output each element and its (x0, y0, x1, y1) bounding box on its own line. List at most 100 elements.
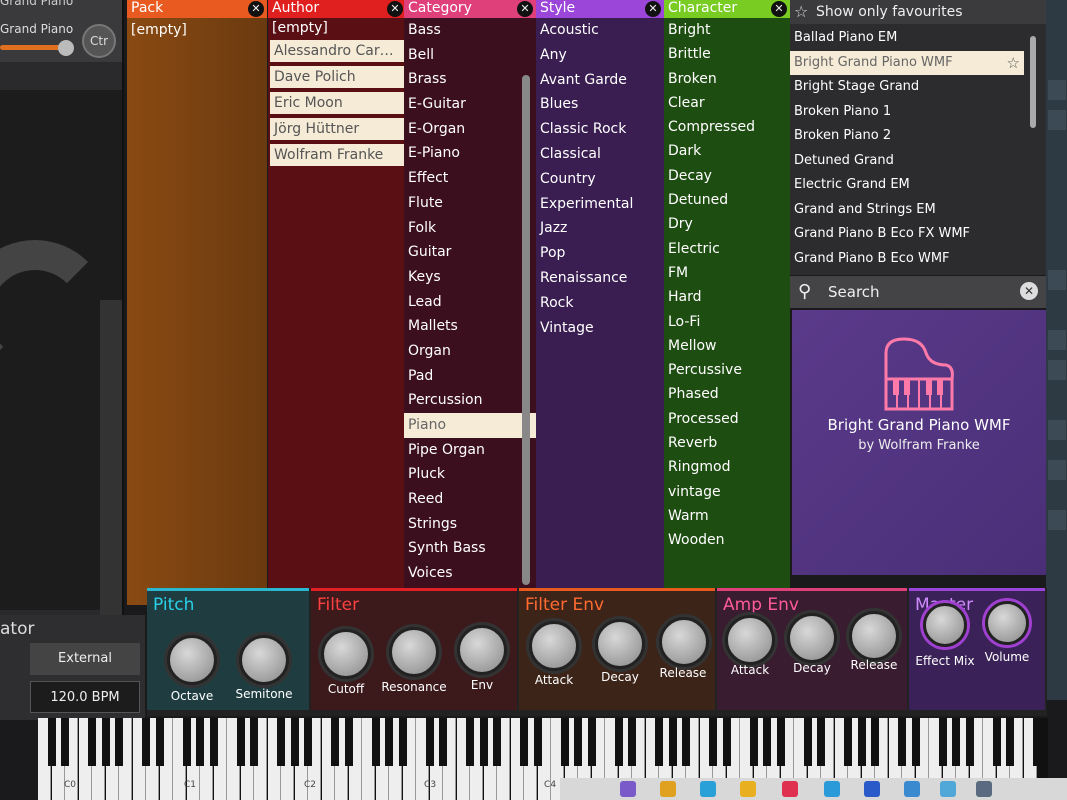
category-item-strings[interactable]: Strings (404, 512, 536, 537)
character-item-percussive[interactable]: Percussive (664, 358, 790, 382)
host-cell[interactable] (1048, 510, 1066, 530)
black-key[interactable] (776, 718, 785, 766)
host-cell[interactable] (1048, 360, 1066, 380)
character-item-broken[interactable]: Broken (664, 67, 790, 91)
character-item-compressed[interactable]: Compressed (664, 115, 790, 139)
pack-clear-icon[interactable]: ✕ (248, 1, 264, 17)
black-key[interactable] (331, 718, 339, 766)
black-key[interactable] (493, 718, 501, 766)
black-key[interactable] (385, 718, 393, 766)
preset-item-grand-piano-b-eco-fx-wmf[interactable]: Grand Piano B Eco FX WMF (790, 222, 1046, 247)
show-favourites-toggle[interactable]: ☆ Show only favourites (790, 0, 1046, 24)
sync-external-button[interactable]: External (30, 643, 140, 675)
instrument-preset-name[interactable]: Grand Piano (0, 22, 73, 36)
black-key[interactable] (587, 718, 596, 766)
black-key[interactable] (668, 718, 677, 766)
black-key[interactable] (817, 718, 825, 766)
preset-scrollbar[interactable] (1030, 36, 1036, 128)
black-key[interactable] (142, 718, 150, 766)
black-key[interactable] (479, 718, 488, 766)
character-item-fm[interactable]: FM (664, 261, 790, 285)
character-item-dry[interactable]: Dry (664, 212, 790, 236)
app-icon[interactable] (660, 781, 676, 797)
black-key[interactable] (709, 718, 717, 766)
host-cell[interactable] (1048, 270, 1066, 290)
category-item-percussion[interactable]: Percussion (404, 388, 536, 413)
black-key[interactable] (290, 718, 299, 766)
app-icon[interactable] (700, 781, 716, 797)
character-item-phased[interactable]: Phased (664, 382, 790, 406)
style-item-blues[interactable]: Blues (536, 92, 664, 117)
category-item-pad[interactable]: Pad (404, 364, 536, 389)
black-key[interactable] (628, 718, 636, 766)
black-key[interactable] (236, 718, 245, 766)
author-item-dave-polich[interactable]: Dave Polich (270, 66, 404, 88)
word-icon[interactable] (864, 781, 880, 797)
character-item-processed[interactable]: Processed (664, 407, 790, 431)
author-item-eric-moon[interactable]: Eric Moon (270, 92, 404, 114)
character-item-brittle[interactable]: Brittle (664, 42, 790, 66)
character-item-clear[interactable]: Clear (664, 91, 790, 115)
style-item-any[interactable]: Any (536, 43, 664, 68)
black-key[interactable] (992, 718, 1001, 766)
preset-item-grand-piano-b-eco-wmf[interactable]: Grand Piano B Eco WMF (790, 247, 1046, 272)
character-item-mellow[interactable]: Mellow (664, 334, 790, 358)
character-item-electric[interactable]: Electric (664, 237, 790, 261)
category-item-pluck[interactable]: Pluck (404, 462, 536, 487)
category-item-e-guitar[interactable]: E-Guitar (404, 92, 536, 117)
folder-icon[interactable] (740, 781, 756, 797)
category-item-e-piano[interactable]: E-Piano (404, 141, 536, 166)
black-key[interactable] (466, 718, 474, 766)
author-item-alessandro-car[interactable]: Alessandro Car… (270, 40, 404, 62)
black-key[interactable] (61, 718, 69, 766)
character-item-decay[interactable]: Decay (664, 164, 790, 188)
host-cell[interactable] (1048, 80, 1066, 100)
character-item-hard[interactable]: Hard (664, 285, 790, 309)
author-item-empty[interactable]: [empty] (268, 20, 406, 36)
category-item-folk[interactable]: Folk (404, 216, 536, 241)
preset-item-electric-grand-em[interactable]: Electric Grand EM (790, 173, 1046, 198)
character-item-detuned[interactable]: Detuned (664, 188, 790, 212)
preset-item-broken-piano-1[interactable]: Broken Piano 1 (790, 100, 1046, 125)
host-cell[interactable] (1048, 460, 1066, 480)
photos-icon[interactable] (940, 781, 956, 797)
filter-release-knob[interactable] (659, 617, 709, 667)
author-clear-icon[interactable]: ✕ (387, 1, 403, 17)
amp-attack-knob[interactable] (725, 615, 775, 665)
black-key[interactable] (1033, 718, 1041, 766)
app-icon[interactable] (976, 781, 992, 797)
author-item-wolfram-franke[interactable]: Wolfram Franke (270, 144, 404, 166)
style-item-classic-rock[interactable]: Classic Rock (536, 117, 664, 142)
style-item-jazz[interactable]: Jazz (536, 216, 664, 241)
black-key[interactable] (344, 718, 353, 766)
semitone-knob[interactable] (239, 635, 289, 685)
character-item-reverb[interactable]: Reverb (664, 431, 790, 455)
host-cell[interactable] (1048, 330, 1066, 350)
character-item-dark[interactable]: Dark (664, 139, 790, 163)
black-key[interactable] (952, 718, 960, 766)
category-item-keys[interactable]: Keys (404, 265, 536, 290)
black-key[interactable] (371, 718, 380, 766)
style-item-acoustic[interactable]: Acoustic (536, 18, 664, 43)
black-key[interactable] (425, 718, 434, 766)
black-key[interactable] (533, 718, 542, 766)
category-scrollbar[interactable] (522, 75, 530, 585)
category-item-pipe-organ[interactable]: Pipe Organ (404, 438, 536, 463)
preset-item-grand-and-strings-em[interactable]: Grand and Strings EM (790, 198, 1046, 223)
style-item-vintage[interactable]: Vintage (536, 316, 664, 341)
resonance-knob[interactable] (389, 627, 439, 677)
black-key[interactable] (439, 718, 447, 766)
black-key[interactable] (857, 718, 866, 766)
effect-mix-knob[interactable] (923, 603, 967, 647)
category-item-reed[interactable]: Reed (404, 487, 536, 512)
black-key[interactable] (196, 718, 204, 766)
app-icon[interactable] (904, 781, 920, 797)
category-item-e-organ[interactable]: E-Organ (404, 117, 536, 142)
style-clear-icon[interactable]: ✕ (645, 1, 661, 17)
black-key[interactable] (250, 718, 258, 766)
host-cell[interactable] (1048, 420, 1066, 440)
black-key[interactable] (574, 718, 582, 766)
black-key[interactable] (520, 718, 528, 766)
category-clear-icon[interactable]: ✕ (517, 1, 533, 17)
black-key[interactable] (844, 718, 852, 766)
